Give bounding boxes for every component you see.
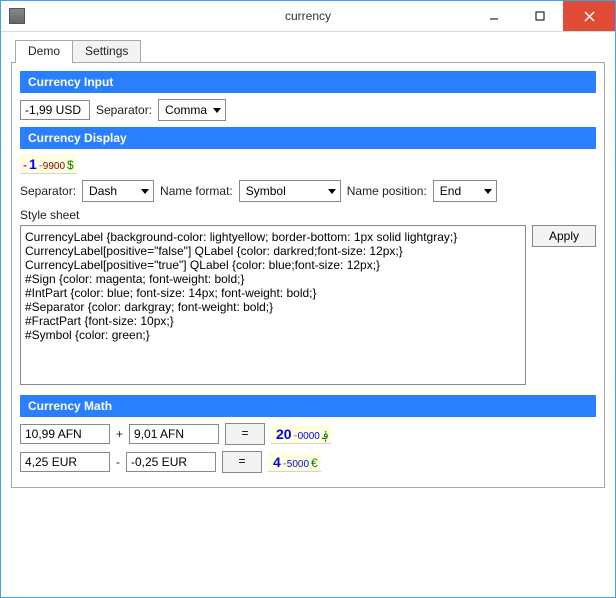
window: currency Demo Settings Currency Input Se… — [0, 0, 616, 598]
separator-select[interactable]: Comma — [158, 99, 226, 121]
math-result-1: 20 - 0000 ؋ — [271, 425, 332, 444]
titlebar: currency — [1, 1, 615, 32]
display-separator-label: Separator: — [20, 184, 76, 198]
stylesheet-label: Style sheet — [20, 208, 596, 222]
display-options-row: Separator: Dash Name format: Symbol Name… — [20, 180, 596, 202]
math-result-int-1: 20 — [276, 426, 292, 442]
math-result-symbol-2: € — [311, 456, 318, 470]
math-op-2: - — [116, 455, 120, 469]
math-result-int-2: 4 — [273, 454, 281, 470]
tab-settings[interactable]: Settings — [72, 40, 141, 62]
display-frac: 9900 — [43, 161, 65, 172]
apply-button[interactable]: Apply — [532, 225, 596, 247]
display-sign: - — [23, 158, 27, 172]
math-result-symbol-1: ؋ — [322, 428, 329, 442]
stylesheet-textarea[interactable]: CurrencyLabel {background-color: lightye… — [20, 225, 526, 385]
display-symbol: $ — [67, 158, 74, 172]
name-format-label: Name format: — [160, 184, 233, 198]
tab-panel-demo: Currency Input Separator: Comma Currency… — [11, 62, 605, 488]
math-a-2[interactable] — [20, 452, 110, 472]
name-position-label: Name position: — [347, 184, 427, 198]
window-controls — [471, 1, 615, 31]
currency-input-field[interactable] — [20, 100, 90, 120]
display-int: 1 — [29, 156, 37, 172]
chevron-down-icon — [141, 189, 149, 194]
stylesheet-block: CurrencyLabel {background-color: lightye… — [20, 225, 596, 385]
maximize-button[interactable] — [517, 1, 563, 31]
section-currency-input: Currency Input — [20, 71, 596, 93]
maximize-icon — [535, 11, 545, 21]
tab-demo[interactable]: Demo — [15, 40, 73, 63]
app-icon — [9, 8, 25, 24]
math-b-1[interactable] — [129, 424, 219, 444]
math-eq-2[interactable]: = — [222, 451, 262, 473]
currency-input-row: Separator: Comma — [20, 99, 596, 121]
tabs-strip: Demo Settings — [15, 40, 605, 62]
math-result-2: 4 - 5000 € — [268, 453, 321, 472]
chevron-down-icon — [328, 189, 336, 194]
name-position-value: End — [440, 184, 461, 198]
display-separator-value: Dash — [89, 184, 117, 198]
math-a-1[interactable] — [20, 424, 110, 444]
name-format-select[interactable]: Symbol — [239, 180, 341, 202]
client-area: Demo Settings Currency Input Separator: … — [1, 32, 615, 597]
close-button[interactable] — [563, 1, 615, 31]
minimize-icon — [489, 11, 499, 21]
math-result-frac-2: 5000 — [287, 459, 309, 470]
name-format-value: Symbol — [246, 184, 286, 198]
chevron-down-icon — [484, 189, 492, 194]
currency-display-sample: - 1 - 9900 $ — [20, 155, 77, 174]
math-eq-1[interactable]: = — [225, 423, 265, 445]
separator-select-value: Comma — [165, 103, 207, 117]
display-separator-select[interactable]: Dash — [82, 180, 154, 202]
chevron-down-icon — [213, 108, 221, 113]
section-currency-display: Currency Display — [20, 127, 596, 149]
math-op-1: + — [116, 427, 123, 441]
section-currency-math: Currency Math — [20, 395, 596, 417]
math-result-frac-1: 0000 — [298, 431, 320, 442]
name-position-select[interactable]: End — [433, 180, 497, 202]
math-row-2: - = 4 - 5000 € — [20, 451, 596, 473]
window-title: currency — [285, 9, 331, 23]
minimize-button[interactable] — [471, 1, 517, 31]
math-b-2[interactable] — [126, 452, 216, 472]
close-icon — [584, 11, 595, 22]
math-row-1: + = 20 - 0000 ؋ — [20, 423, 596, 445]
separator-label: Separator: — [96, 103, 152, 117]
